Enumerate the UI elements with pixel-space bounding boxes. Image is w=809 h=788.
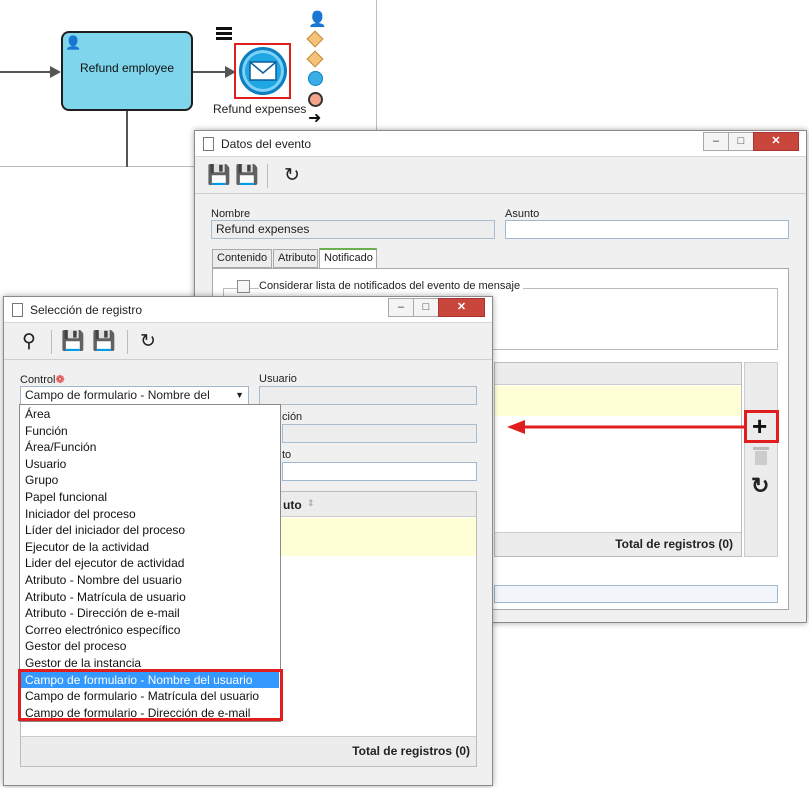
document-icon [12,303,23,317]
maximize-button[interactable]: □ [413,298,439,317]
dropdown-option[interactable]: Grupo [25,472,58,488]
save-close-icon[interactable]: 💾 [235,165,259,187]
control-select-value: Campo de formulario - Nombre del [25,388,210,402]
annotation-arrow [507,420,745,434]
required-icon: ❁ [55,374,65,386]
tab-notificado[interactable]: Notificado [319,248,377,269]
notified-grid: Total de registros (0) [494,362,742,557]
save-new-icon[interactable]: 💾 [61,331,85,353]
save-icon[interactable]: 💾 [207,165,231,187]
grid-row[interactable] [495,386,741,416]
dropdown-option[interactable]: Área [25,406,50,422]
bottom-field[interactable] [494,585,778,603]
minimize-button[interactable]: – [388,298,414,317]
consider-list-checkbox[interactable] [237,280,250,293]
chevron-down-icon: ▼ [235,390,244,400]
message-event-icon[interactable] [308,71,323,86]
checkbox-label: Considerar lista de notificados del even… [259,280,524,292]
close-button[interactable]: ✕ [438,298,485,317]
window-title: Datos del evento [221,137,312,151]
end-event-icon[interactable] [308,92,323,107]
asunto-label: Asunto [505,208,540,220]
funcion-field[interactable] [282,424,477,443]
document-icon [203,137,214,151]
task-label: Refund employee [79,61,175,75]
event-label: Refund expenses [213,102,307,116]
third-label: to [282,449,292,461]
tab-atributo[interactable]: Atributo [273,249,318,268]
dropdown-option[interactable]: Área/Función [25,439,96,455]
toolbar-separator [267,164,268,188]
grid-total: Total de registros (0) [615,537,733,551]
search-icon[interactable]: ⚲ [18,331,40,353]
column-header[interactable]: uto [283,498,302,512]
form-field-options-highlight [18,669,283,721]
toolbar: ⚲ 💾 💾 ↻ [4,324,492,360]
funcion-label: ción [282,411,303,423]
dropdown-option[interactable]: Gestor del proceso [25,638,126,654]
maximize-button[interactable]: □ [728,132,754,151]
asunto-field[interactable] [505,220,789,239]
add-button-highlight [744,410,779,443]
user-icon: 👤 [65,35,82,50]
dropdown-option[interactable]: Lider del ejecutor de actividad [25,555,184,571]
dropdown-option[interactable]: Correo electrónico específico [25,622,180,638]
nombre-label: Nombre [211,208,251,220]
dropdown-option[interactable]: Usuario [25,456,66,472]
nombre-field[interactable]: Refund expenses [211,220,495,239]
window-title: Selección de registro [30,303,143,317]
flow-arrow [193,66,236,78]
toolbar: 💾 💾 ↻ [195,158,806,194]
dropdown-option[interactable]: Atributo - Nombre del usuario [25,572,182,588]
grid-total: Total de registros (0) [352,744,470,758]
toolbar-separator [127,330,128,354]
grid-side-toolbar: + ↻ [744,362,778,557]
refresh-icon[interactable]: ↻ [137,331,159,353]
tab-contenido[interactable]: Contenido [212,249,272,268]
flow-arrow [0,66,61,78]
refresh-icon[interactable]: ↻ [751,475,769,497]
dropdown-option[interactable]: Iniciador del proceso [25,506,136,522]
toolbar-separator [51,330,52,354]
refresh-icon[interactable]: ↻ [281,165,303,187]
minimize-button[interactable]: – [703,132,729,151]
titlebar: Datos del evento – □ ✕ [195,131,806,157]
grid-header [495,363,741,385]
sort-icon[interactable]: ⇕ [307,498,315,509]
tab-strip: Contenido Atributo Notificado [212,248,412,269]
connector-arrow-icon[interactable]: ➜ [308,111,321,127]
message-event[interactable] [239,47,287,95]
third-field[interactable] [282,462,477,481]
dropdown-option[interactable]: Líder del iniciador del proceso [25,522,185,538]
dropdown-option[interactable]: Papel funcional [25,489,107,505]
dropdown-option[interactable]: Atributo - Dirección de e-mail [25,605,180,621]
user-task-icon[interactable]: 👤 [308,10,327,28]
control-label: Control❁ [20,374,65,386]
flow-line [126,111,128,167]
element-palette: 👤 ➜ [305,10,329,130]
close-button[interactable]: ✕ [753,132,799,151]
usuario-field[interactable] [259,386,477,405]
dropdown-option[interactable]: Ejecutor de la actividad [25,539,149,555]
delete-icon[interactable] [753,447,769,465]
context-menu-icon[interactable] [216,27,232,40]
save-close-icon[interactable]: 💾 [92,331,116,353]
parallel-gateway-icon[interactable] [306,50,324,68]
dropdown-option[interactable]: Función [25,423,68,439]
titlebar: Selección de registro – □ ✕ [4,297,492,323]
usuario-label: Usuario [259,373,297,385]
control-select[interactable]: Campo de formulario - Nombre del ▼ [20,386,249,405]
gateway-icon[interactable] [306,30,324,48]
envelope-icon [249,61,277,81]
dropdown-option[interactable]: Atributo - Matrícula de usuario [25,589,186,605]
